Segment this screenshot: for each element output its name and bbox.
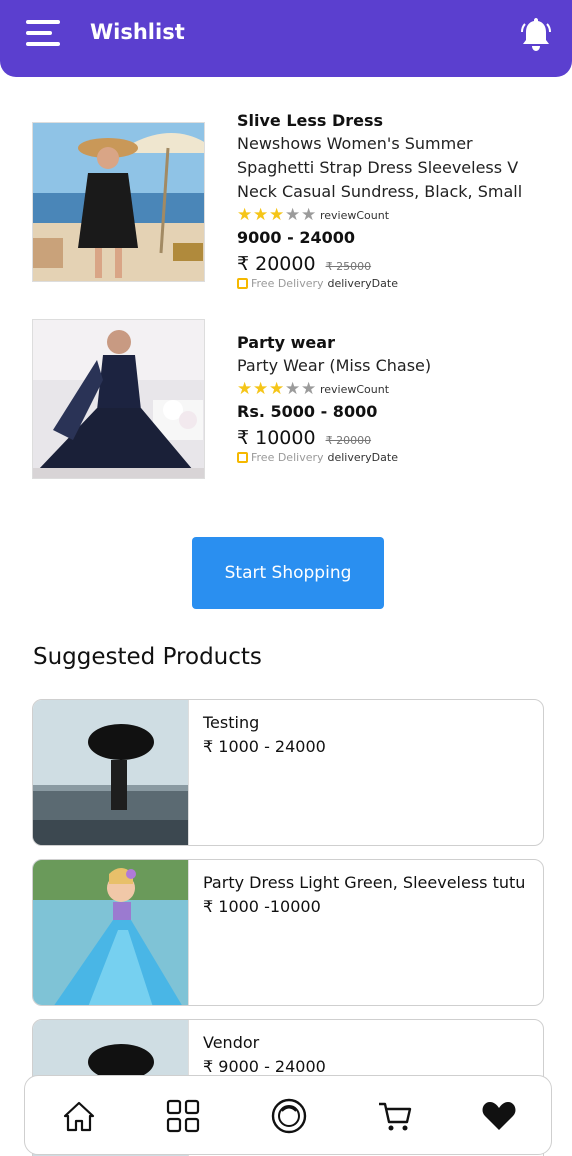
wishlist-item-details: Slive Less Dress Newshows Women's Summer… (237, 110, 537, 290)
product-name: Slive Less Dress (237, 111, 384, 130)
heart-icon[interactable] (479, 1096, 519, 1136)
old-price: ₹ 20000 (325, 434, 372, 447)
delivery-icon (237, 452, 248, 463)
home-icon[interactable] (59, 1096, 99, 1136)
section-title: Suggested Products (33, 644, 262, 670)
start-shopping-button[interactable]: Start Shopping (192, 537, 384, 609)
suggested-product-card[interactable]: Party Dress Light Green, Sleeveless tutu… (32, 859, 544, 1006)
review-count: reviewCount (320, 382, 390, 396)
categories-grid-icon[interactable] (163, 1096, 203, 1136)
product-price: ₹ 1000 -10000 (203, 897, 321, 916)
product-description: Newshows Women's Summer Spaghetti Strap … (237, 134, 523, 201)
wishlist-item-details: Party wear Party Wear (Miss Chase) ★ ★ ★… (237, 332, 537, 464)
suggested-product-card[interactable]: Testing ₹ 1000 - 24000 (32, 699, 544, 846)
rating-stars: ★ ★ ★ ★ ★ reviewCount (237, 380, 537, 398)
bell-icon[interactable] (520, 16, 552, 52)
product-image[interactable] (32, 319, 205, 479)
star-icon: ★ (301, 204, 317, 225)
current-price: ₹ 20000 (237, 253, 316, 275)
price-row: ₹ 20000 ₹ 25000 (237, 253, 537, 275)
delivery-date: deliveryDate (327, 451, 398, 464)
delivery-info: Free Delivery deliveryDate (237, 277, 537, 290)
product-image (33, 700, 189, 845)
product-price: ₹ 1000 - 24000 (203, 737, 326, 756)
star-icon: ★ (285, 378, 301, 399)
price-row: ₹ 10000 ₹ 20000 (237, 427, 537, 449)
product-image[interactable] (32, 122, 205, 282)
review-count: reviewCount (320, 208, 390, 222)
star-icon: ★ (253, 204, 269, 225)
delivery-info: Free Delivery deliveryDate (237, 451, 537, 464)
app-bar: Wishlist (0, 0, 572, 77)
old-price: ₹ 25000 (325, 260, 372, 273)
star-icon: ★ (269, 378, 285, 399)
star-icon: ★ (253, 378, 269, 399)
price-range: 9000 - 24000 (237, 228, 355, 247)
bottom-navigation (24, 1075, 552, 1155)
page-title: Wishlist (90, 20, 185, 44)
rating-stars: ★ ★ ★ ★ ★ reviewCount (237, 206, 537, 224)
price-range: Rs. 5000 - 8000 (237, 402, 378, 421)
free-delivery-label: Free Delivery (251, 451, 324, 464)
product-name: Testing (203, 713, 260, 732)
product-name: Vendor (203, 1033, 260, 1052)
delivery-icon (237, 278, 248, 289)
free-delivery-label: Free Delivery (251, 277, 324, 290)
hamburger-menu-icon[interactable] (26, 20, 62, 46)
star-icon: ★ (237, 378, 253, 399)
product-description: Party Wear (Miss Chase) (237, 356, 432, 375)
product-name: Party Dress Light Green, Sleeveless tutu (203, 873, 526, 892)
product-image (33, 860, 189, 1005)
cart-icon[interactable] (375, 1096, 415, 1136)
star-icon: ★ (285, 204, 301, 225)
current-price: ₹ 10000 (237, 427, 316, 449)
star-icon: ★ (237, 204, 253, 225)
product-name: Party wear (237, 333, 335, 352)
delivery-date: deliveryDate (327, 277, 398, 290)
explore-circle-icon[interactable] (269, 1096, 309, 1136)
star-icon: ★ (301, 378, 317, 399)
star-icon: ★ (269, 204, 285, 225)
